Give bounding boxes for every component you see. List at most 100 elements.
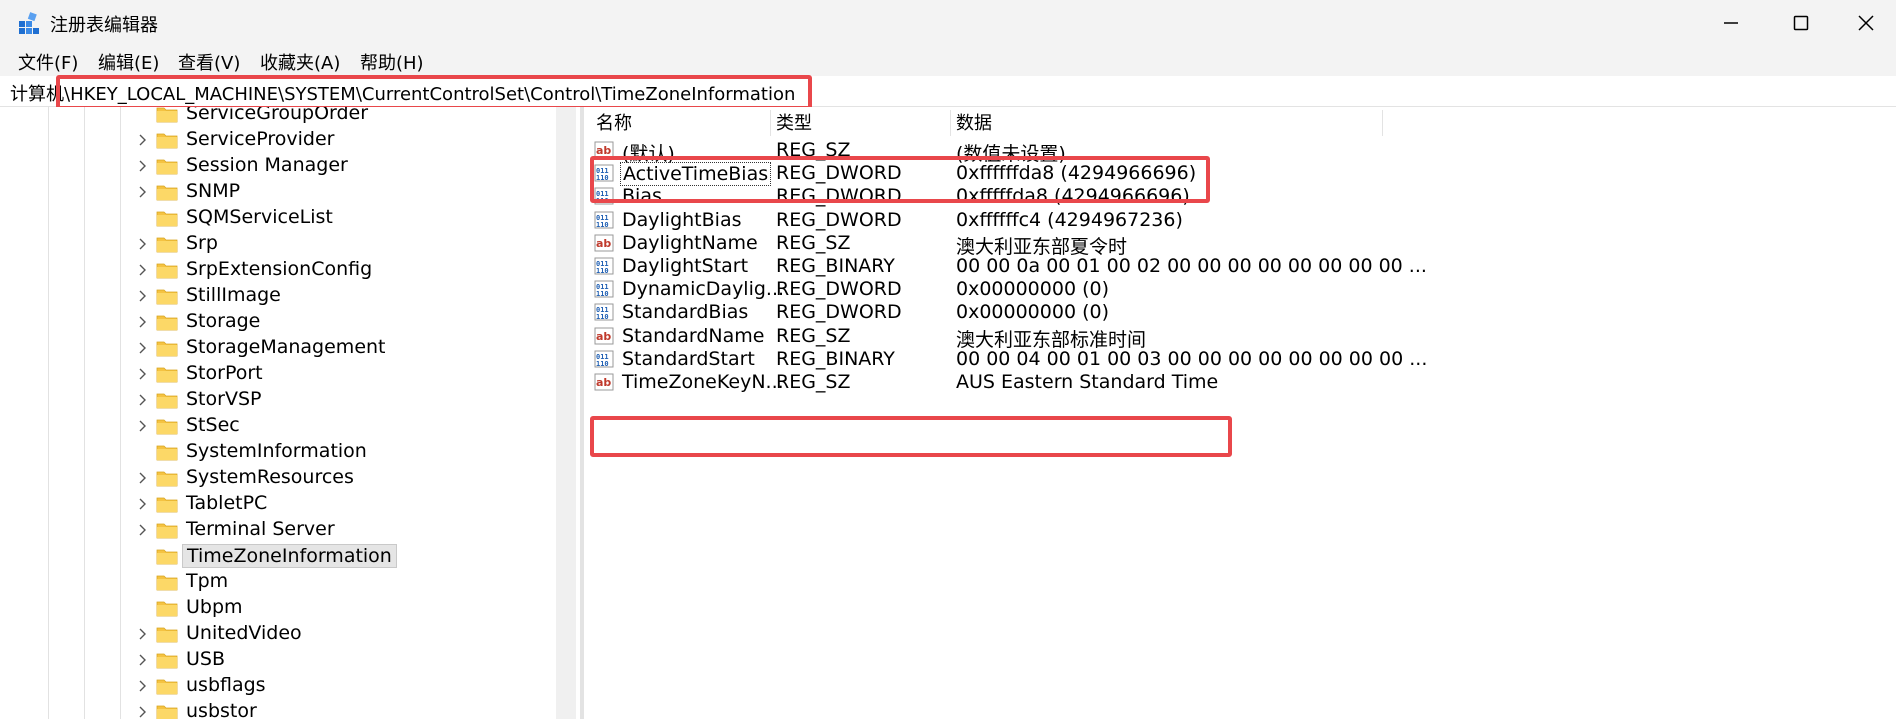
chevron-right-icon[interactable] [136,133,150,147]
chevron-right-icon[interactable] [136,653,150,667]
tree-item[interactable]: Ubpm [136,595,576,621]
column-separator[interactable] [950,110,951,136]
menu-file[interactable]: 文件(F) [18,49,78,75]
tree-item[interactable]: SystemInformation [136,439,576,465]
value-row[interactable]: ab StandardName REG_SZ 澳大利亚东部标准时间 [584,323,1584,351]
window-title: 注册表编辑器 [50,15,158,36]
tree-item[interactable]: StorPort [136,361,576,387]
chevron-right-icon[interactable] [136,341,150,355]
value-name: DynamicDaylig... [622,278,785,301]
tree-item[interactable]: StorVSP [136,387,576,413]
binary-value-icon: 011110 [594,303,614,321]
folder-icon [156,341,178,357]
string-value-icon: ab [594,373,614,391]
binary-value-icon: 011110 [594,211,614,229]
chevron-right-icon[interactable] [136,237,150,251]
folder-icon [156,679,178,695]
minimize-button[interactable] [1696,0,1766,46]
tree-item[interactable]: Srp [136,231,576,257]
column-separator[interactable] [1382,110,1383,136]
chevron-right-icon[interactable] [136,679,150,693]
tree-item[interactable]: UnitedVideo [136,621,576,647]
value-data: 0xffffffc4 (4294967236) [956,208,1183,231]
tree-item[interactable]: Tpm [136,569,576,595]
svg-text:110: 110 [596,290,609,298]
value-row[interactable]: ab DaylightName REG_SZ 澳大利亚东部夏令时 [584,230,1584,258]
folder-icon [156,523,178,539]
string-value-icon: ab [594,327,614,345]
tree-item[interactable]: StorageManagement [136,335,576,361]
column-header-name[interactable]: 名称 [596,109,632,135]
tree-item[interactable]: usbstor [136,699,576,719]
chevron-right-icon[interactable] [136,185,150,199]
value-row[interactable]: 011 110 StandardBias REG_DWORD 0x00000000 (0… [584,299,1584,325]
tree-item-label: StillImage [186,284,281,306]
folder-icon [156,263,178,279]
chevron-right-icon[interactable] [136,419,150,433]
folder-icon [156,445,178,461]
chevron-right-icon[interactable] [136,393,150,407]
value-data: 0x00000000 (0) [956,301,1109,324]
chevron-right-icon[interactable] [136,263,150,277]
tree-item-label: ServiceProvider [186,128,335,150]
chevron-right-icon[interactable] [136,523,150,537]
chevron-right-icon[interactable] [136,289,150,303]
tree-item[interactable]: SNMP [136,179,576,205]
tree-item[interactable]: Session Manager [136,153,576,179]
folder-icon [156,237,178,253]
chevron-right-icon[interactable] [136,315,150,329]
folder-icon [156,705,178,719]
value-name: DaylightName [622,231,758,254]
key-tree[interactable]: ServiceGroupOrder ServiceProvider Session … [0,107,580,719]
chevron-right-icon[interactable] [136,705,150,719]
tree-item-label: Ubpm [186,596,243,618]
tree-item[interactable]: StSec [136,413,576,439]
tree-item-label: ServiceGroupOrder [186,107,369,124]
tree-item[interactable]: SystemResources [136,465,576,491]
column-header-data[interactable]: 数据 [956,109,992,135]
svg-text:110: 110 [596,360,609,368]
tree-item[interactable]: Terminal Server [136,517,576,543]
tree-item[interactable]: ServiceProvider [136,127,576,153]
chevron-right-icon[interactable] [136,367,150,381]
tree-item[interactable]: SrpExtensionConfig [136,257,576,283]
tree-item-label: StorPort [186,362,263,384]
chevron-right-icon[interactable] [136,497,150,511]
tree-item[interactable]: TimeZoneInformation [136,543,576,569]
tree-item[interactable]: USB [136,647,576,673]
column-header-type[interactable]: 类型 [776,109,812,135]
tree-scrollbar[interactable] [556,107,576,719]
column-separator[interactable] [770,110,771,136]
svg-text:ab: ab [596,376,611,389]
tree-item[interactable]: Storage [136,309,576,335]
value-data: 0x00000000 (0) [956,278,1109,301]
menu-edit[interactable]: 编辑(E) [98,49,159,75]
chevron-right-icon[interactable] [136,627,150,641]
value-row[interactable]: ab TimeZoneKeyN... REG_SZ AUS Eastern Stand… [584,369,1584,395]
tree-item[interactable]: usbflags [136,673,576,699]
folder-icon [156,575,178,591]
tree-item[interactable]: StillImage [136,283,576,309]
tree-item[interactable]: ServiceGroupOrder [136,107,576,127]
tree-item[interactable]: SQMServiceList [136,205,576,231]
string-value-icon: ab [594,234,614,252]
value-row[interactable]: 011 110 DaylightStart REG_BINARY 00 00 0a 00… [584,253,1584,279]
folder-icon [156,419,178,435]
value-row[interactable]: 011 110 StandardStart REG_BINARY 00 00 04 00… [584,346,1584,372]
tree-item[interactable]: TabletPC [136,491,576,517]
chevron-right-icon[interactable] [136,159,150,173]
value-row[interactable]: 011 110 DynamicDaylig... REG_DWORD 0x0000000… [584,276,1584,302]
maximize-button[interactable] [1766,0,1836,46]
svg-text:ab: ab [596,237,611,250]
menu-help[interactable]: 帮助(H) [360,49,424,75]
menu-view[interactable]: 查看(V) [178,49,240,75]
timezone-key-highlight-box [590,416,1232,457]
close-button[interactable] [1836,0,1896,46]
folder-icon [156,367,178,383]
chevron-right-icon[interactable] [136,471,150,485]
menu-bar: 文件(F) 编辑(E) 查看(V) 收藏夹(A) 帮助(H) [0,46,1896,76]
menu-favorites[interactable]: 收藏夹(A) [260,49,340,75]
tree-item-label: Srp [186,232,218,254]
folder-icon [156,393,178,409]
value-row[interactable]: 011 110 DaylightBias REG_DWORD 0xffffffc4 (4… [584,207,1584,233]
